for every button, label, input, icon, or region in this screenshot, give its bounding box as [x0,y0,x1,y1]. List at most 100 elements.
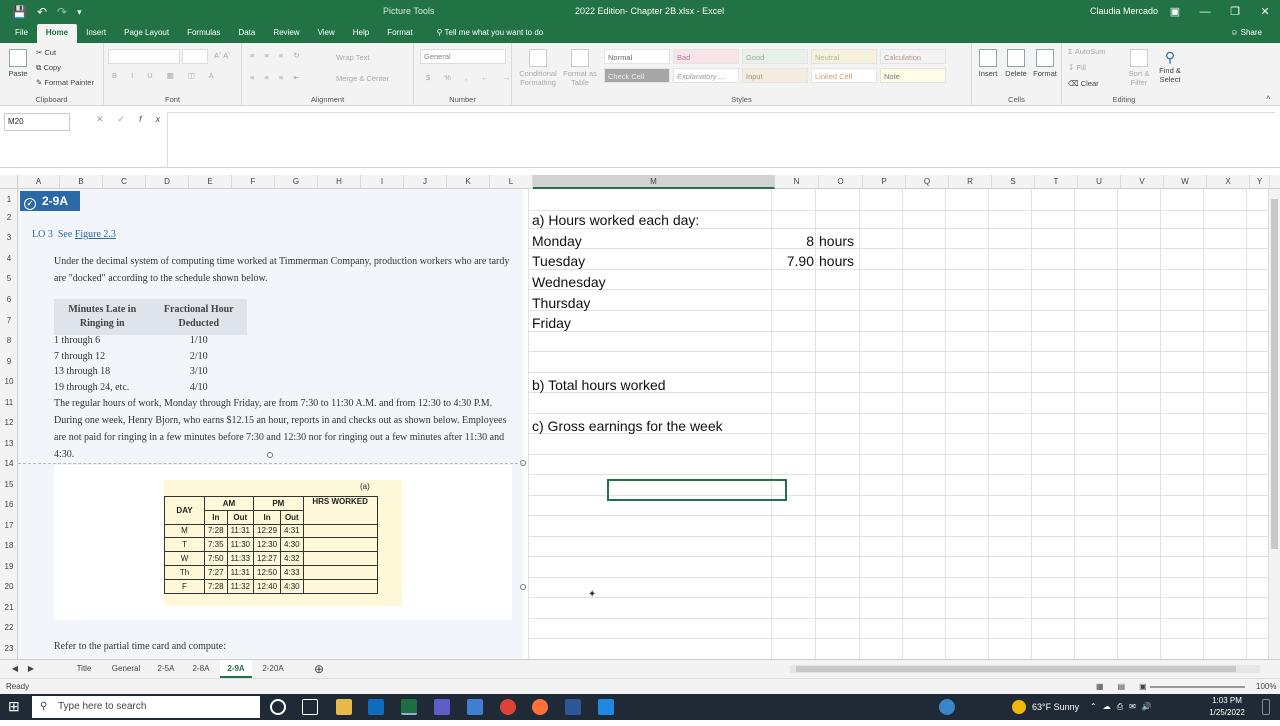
prev-sheet-icon[interactable]: ◀ [8,660,22,678]
row-header[interactable]: 19 [0,562,18,571]
windows-start-icon[interactable]: ⊞ [8,698,20,715]
column-header[interactable]: W [1164,175,1207,189]
row-header[interactable]: 5 [0,274,18,283]
figure-link[interactable]: Figure 2.3 [75,229,116,240]
column-header[interactable]: N [775,175,819,189]
style-neutral[interactable]: Neutral [811,49,877,64]
resize-handle[interactable] [267,452,273,458]
date[interactable]: 1/25/2022 [1200,700,1254,726]
sheet-tab-general[interactable]: General [104,660,148,678]
row-header[interactable]: 9 [0,357,18,366]
row-header[interactable]: 6 [0,295,18,304]
tab-help[interactable]: Help [344,24,378,43]
merge-center-button[interactable]: Merge & Center [336,74,389,83]
unit-monday[interactable]: hours [819,233,854,249]
textbook-picture[interactable]: ✓ 2-9A LO 3 See Figure 2.3 Under the deci… [18,189,523,659]
font-style-icons[interactable]: B I U ▦ ◫ A [112,71,220,80]
column-header[interactable]: H [318,175,361,189]
day-thursday[interactable]: Thursday [532,295,590,311]
selected-cell-m20[interactable] [607,479,787,501]
sheet-tab-title[interactable]: Title [67,660,101,678]
column-header[interactable]: E [189,175,232,189]
tab-review[interactable]: Review [264,24,308,43]
align-left-icons[interactable]: ≡ ≡ ≡ ⇤ [250,73,304,82]
font-size-box[interactable] [182,49,208,64]
fill-button[interactable]: ↧ Fill [1068,63,1086,72]
app-icon[interactable] [598,699,614,715]
horizontal-scrollbar[interactable] [790,665,1260,673]
worksheet[interactable]: ✓ 2-9A LO 3 See Figure 2.3 Under the deci… [18,189,1268,659]
row-header[interactable]: 22 [0,623,18,632]
row-header[interactable]: 2 [0,213,18,222]
row-header[interactable]: 4 [0,254,18,263]
style-note[interactable]: Note [880,68,946,83]
calculator-icon[interactable] [467,699,483,715]
tell-me-search[interactable]: ⚲ Tell me what you want to do [428,24,553,43]
row-header[interactable]: 7 [0,316,18,325]
find-select-button[interactable]: ⚲ Find & Select [1156,49,1184,84]
row-header[interactable]: 18 [0,541,18,550]
cut-button[interactable]: ✂ Cut [36,48,56,57]
column-header[interactable]: G [275,175,318,189]
outlook-icon[interactable] [368,699,384,715]
file-explorer-icon[interactable] [336,699,352,715]
select-all-corner[interactable] [0,175,18,189]
word-icon[interactable] [565,699,581,715]
style-normal[interactable]: Normal [604,49,670,64]
day-wednesday[interactable]: Wednesday [532,274,606,290]
gross-earnings-label[interactable]: c) Gross earnings for the week [532,418,723,434]
sheet-tab-2-8a[interactable]: 2-8A [185,660,217,678]
column-header[interactable]: V [1121,175,1164,189]
row-header[interactable]: 14 [0,459,18,468]
column-header[interactable]: P [863,175,906,189]
format-painter-button[interactable]: ✎ Format Painter [36,78,94,87]
number-format-box[interactable]: General [420,49,506,64]
conditional-formatting-button[interactable]: Conditional Formatting [516,49,560,87]
row-header[interactable]: 20 [0,582,18,591]
minimize-icon[interactable]: — [1190,0,1220,24]
sort-filter-button[interactable]: Sort & Filter [1126,49,1152,87]
style-input[interactable]: Input [742,68,808,83]
row-header[interactable]: 8 [0,336,18,345]
hours-title[interactable]: a) Hours worked each day: [532,212,699,228]
row-header[interactable]: 3 [0,233,18,242]
undo-icon[interactable]: ↶ [37,5,47,19]
currency-icons[interactable]: $ % , ← → [426,73,516,82]
insert-cells-button[interactable]: Insert [974,49,1002,78]
column-header[interactable]: D [146,175,189,189]
zoom-level[interactable]: 100% [1256,679,1276,695]
weather-text[interactable]: 63°F Sunny [1032,694,1079,720]
font-name-box[interactable] [108,49,180,64]
day-tuesday[interactable]: Tuesday [532,253,585,269]
column-header[interactable]: K [447,175,490,189]
firefox-icon[interactable] [532,699,548,715]
horizontal-scroll-thumb[interactable] [796,666,1236,672]
row-header[interactable]: 11 [0,398,18,407]
cortana-icon[interactable] [270,699,286,715]
row-header[interactable]: 17 [0,521,18,530]
grow-font-icon[interactable]: Aˆ Aˇ [214,51,231,60]
column-header[interactable]: O [819,175,863,189]
column-header[interactable]: T [1035,175,1078,189]
redo-icon[interactable]: ↷ [57,5,67,19]
share-button[interactable]: ☺ Share [1230,28,1262,37]
paste-button[interactable]: Paste [4,49,32,78]
column-header[interactable]: B [60,175,103,189]
row-header[interactable]: 15 [0,480,18,489]
row-header[interactable]: 16 [0,500,18,509]
row-header[interactable]: 10 [0,377,18,386]
add-sheet-icon[interactable]: ⊕ [310,660,328,678]
clear-button[interactable]: ⌫ Clear [1068,79,1099,88]
chrome-icon[interactable] [500,699,516,715]
format-as-table-button[interactable]: Format as Table [560,49,600,87]
user-name[interactable]: Claudia Mercado [1090,6,1158,16]
tab-view[interactable]: View [309,24,344,43]
align-top-icons[interactable]: ≡ ≡ ≡ ↻ [250,51,304,60]
style-linked-cell[interactable]: Linked Cell [811,68,877,83]
task-view-icon[interactable] [302,699,318,715]
hours-monday[interactable]: 8 [772,233,814,249]
cancel-icon[interactable]: ✕ [96,114,118,124]
column-header[interactable]: L [490,175,533,189]
formula-input[interactable] [167,112,1275,168]
row-header[interactable]: 13 [0,439,18,448]
